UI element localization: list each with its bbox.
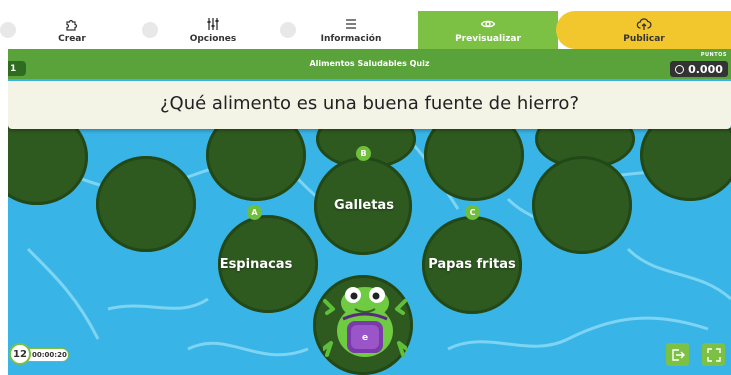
fullscreen-button[interactable] (702, 343, 725, 366)
puzzle-icon (66, 19, 78, 31)
answer-label-c[interactable]: Papas fritas (402, 257, 542, 272)
timer-value: 00:00:20 (32, 351, 67, 359)
quiz-header-bar: 1 Alimentos Saludables Quiz PUNTOS 0.000 (8, 49, 731, 79)
top-navigation: Crear Opciones Información Previsualizar… (0, 11, 731, 50)
question-text: ¿Qué alimento es una buena fuente de hie… (159, 93, 580, 114)
fullscreen-icon (706, 347, 721, 362)
answer-badge-c: C (465, 205, 480, 220)
tab-preview[interactable]: Previsualizar (418, 11, 558, 49)
exit-button[interactable] (666, 343, 689, 366)
step-indicator (280, 22, 296, 38)
question-banner: ¿Qué alimento es una buena fuente de hie… (8, 81, 731, 129)
lily-pad (96, 156, 196, 252)
player-badge: e (358, 331, 372, 345)
game-preview: B Galletas A Espinacas C Papas fritas e … (8, 49, 731, 375)
tab-information-label: Información (320, 34, 382, 44)
sliders-icon (207, 18, 219, 30)
coin-icon (675, 64, 685, 74)
step-indicator (0, 22, 16, 38)
answer-label-a[interactable]: Espinacas (186, 257, 326, 272)
tab-options[interactable]: Opciones (183, 11, 243, 49)
answer-badge-a: A (247, 205, 262, 220)
tab-information[interactable]: Información (316, 11, 386, 49)
points-value: 0.000 (688, 62, 723, 76)
points-display: 0.000 (670, 61, 728, 77)
lily-pad (532, 156, 632, 254)
quiz-title: Alimentos Saludables Quiz (309, 59, 430, 68)
publish-button[interactable]: Publicar (556, 11, 731, 49)
timer: 00:00:20 12 (9, 343, 73, 365)
eye-icon (480, 20, 496, 28)
cloud-upload-icon (636, 18, 652, 30)
frog-character (323, 287, 407, 357)
tab-create-label: Crear (58, 34, 86, 44)
list-icon (346, 19, 356, 29)
tab-create[interactable]: Crear (42, 11, 102, 49)
timer-count: 12 (9, 343, 31, 365)
publish-label: Publicar (623, 34, 665, 44)
exit-icon (671, 348, 685, 361)
answer-label-b[interactable]: Galletas (294, 198, 434, 213)
tab-options-label: Opciones (189, 34, 237, 44)
tab-preview-label: Previsualizar (455, 34, 521, 44)
step-indicator (142, 22, 158, 38)
answer-badge-b: B (356, 146, 371, 161)
points-label: PUNTOS (700, 52, 727, 58)
